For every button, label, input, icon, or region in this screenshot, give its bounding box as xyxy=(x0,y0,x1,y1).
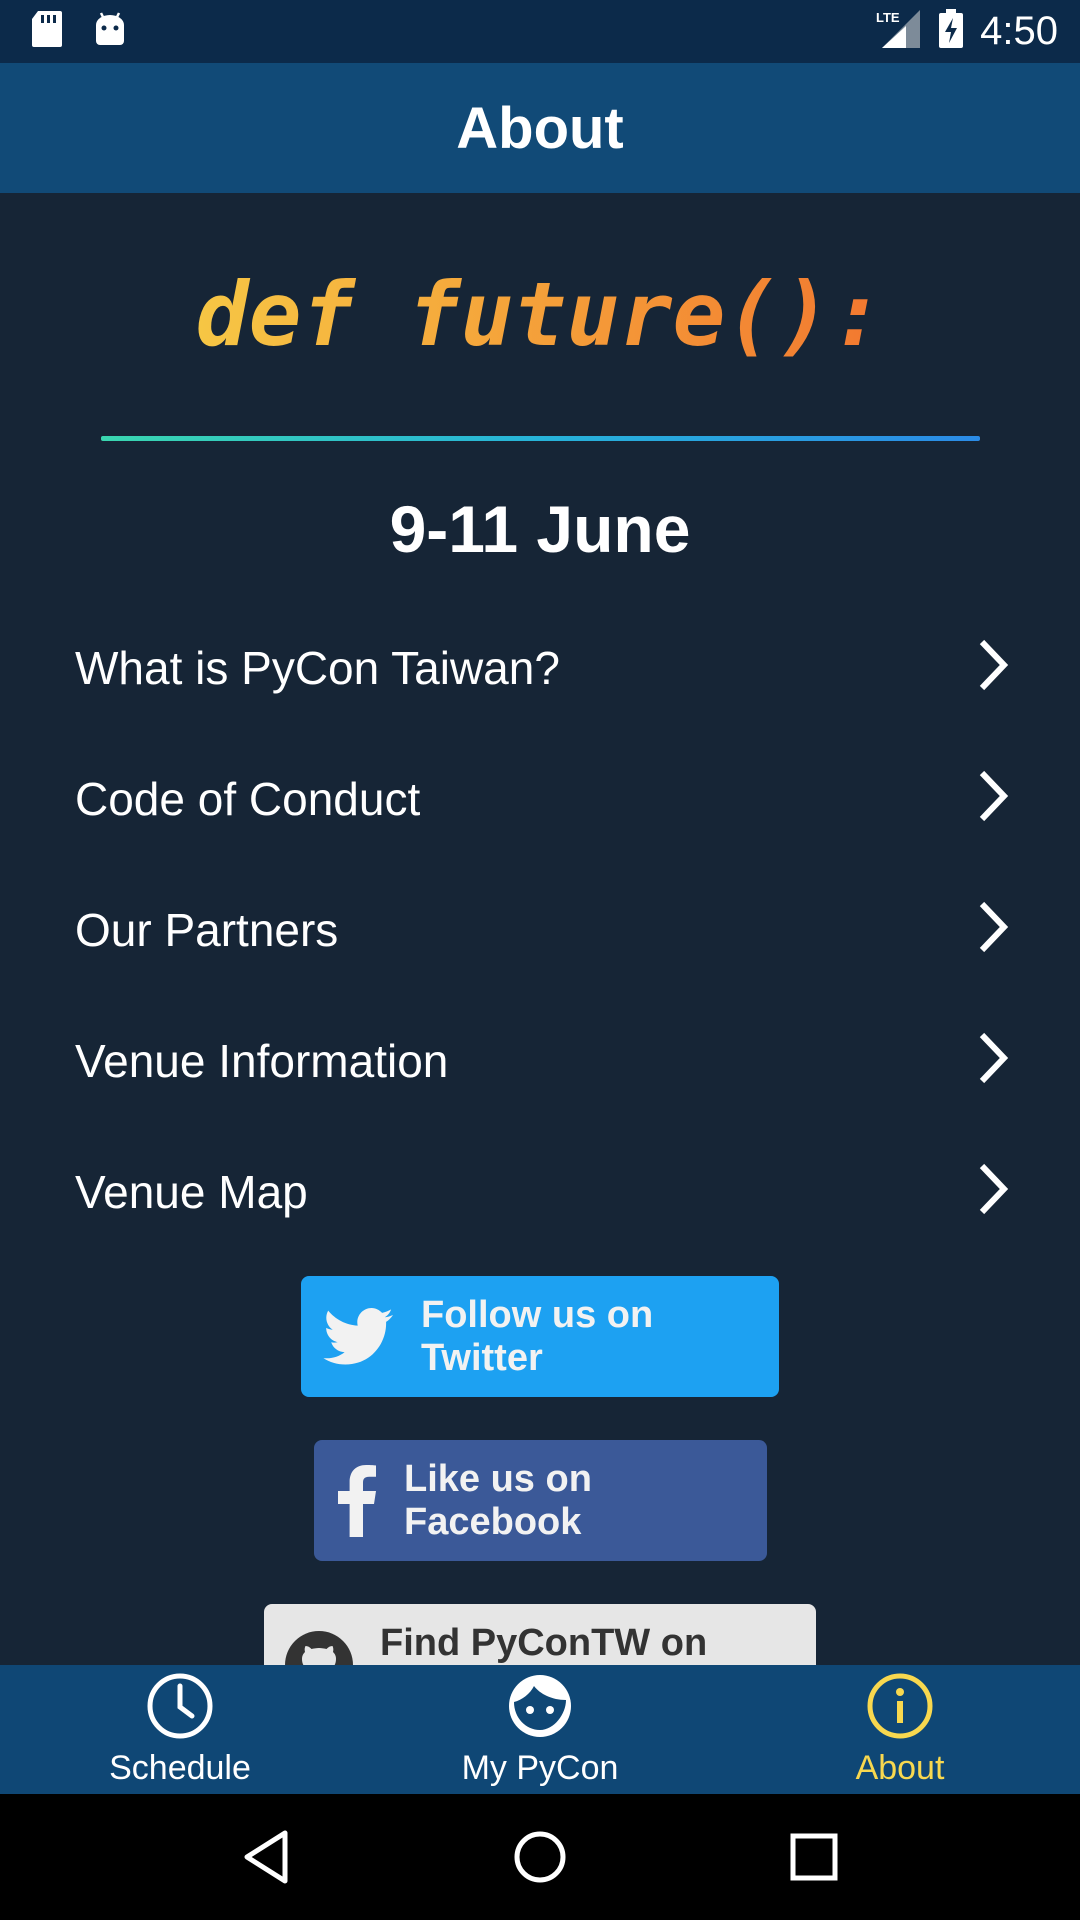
nav-item-about[interactable]: About xyxy=(720,1665,1080,1794)
facebook-button-label: Like us on Facebook xyxy=(404,1457,592,1543)
menu-item-what-is-pycon[interactable]: What is PyCon Taiwan? xyxy=(0,602,1080,733)
slogan-text: def future(): xyxy=(0,263,1080,366)
about-content[interactable]: def future(): 9-11 June What is PyCon Ta… xyxy=(0,193,1080,1665)
status-right: LTE 4:50 xyxy=(876,8,1058,55)
chevron-right-icon xyxy=(976,638,1010,697)
nav-item-my-pycon[interactable]: My PyCon xyxy=(360,1665,720,1794)
status-left xyxy=(30,9,126,54)
facebook-icon xyxy=(336,1464,378,1537)
chevron-right-icon xyxy=(976,1031,1010,1090)
clock-icon xyxy=(146,1672,214,1745)
menu-item-label: Venue Map xyxy=(75,1165,308,1218)
bottom-nav: Schedule My PyCon About xyxy=(0,1665,1080,1794)
menu-item-our-partners[interactable]: Our Partners xyxy=(0,864,1080,995)
home-icon[interactable] xyxy=(513,1830,567,1884)
sd-card-icon xyxy=(30,9,64,54)
app-bar: About xyxy=(0,63,1080,193)
menu-item-label: Our Partners xyxy=(75,903,339,956)
menu-item-venue-information[interactable]: Venue Information xyxy=(0,995,1080,1126)
nav-label: Schedule xyxy=(109,1748,251,1787)
github-button[interactable]: Find PyConTW on Github xyxy=(264,1604,816,1665)
github-icon xyxy=(284,1630,354,1665)
page-title: About xyxy=(456,95,624,161)
twitter-icon xyxy=(323,1307,395,1366)
menu-item-label: Code of Conduct xyxy=(75,772,421,825)
lte-signal-icon: LTE xyxy=(876,8,922,55)
nav-item-schedule[interactable]: Schedule xyxy=(0,1665,360,1794)
nav-label: My PyCon xyxy=(461,1748,619,1787)
menu-item-label: What is PyCon Taiwan? xyxy=(75,641,560,694)
status-bar: LTE 4:50 xyxy=(0,0,1080,63)
chevron-right-icon xyxy=(976,900,1010,959)
nav-label: About xyxy=(855,1748,945,1787)
chevron-right-icon xyxy=(976,1162,1010,1221)
chevron-right-icon xyxy=(976,769,1010,828)
menu-item-venue-map[interactable]: Venue Map xyxy=(0,1126,1080,1257)
recents-icon[interactable] xyxy=(789,1832,839,1882)
status-time: 4:50 xyxy=(980,9,1058,53)
github-button-label: Find PyConTW on Github xyxy=(380,1621,708,1666)
battery-charging-icon xyxy=(938,9,964,54)
about-menu: What is PyCon Taiwan? Code of Conduct Ou… xyxy=(0,602,1080,1257)
android-icon xyxy=(94,11,126,52)
facebook-button[interactable]: Like us on Facebook xyxy=(314,1440,767,1561)
gradient-divider xyxy=(101,436,980,441)
back-icon[interactable] xyxy=(241,1829,291,1885)
screen: LTE 4:50 About def future(): 9-11 June W… xyxy=(0,0,1080,1920)
system-nav-bar xyxy=(0,1794,1080,1920)
menu-item-label: Venue Information xyxy=(75,1034,449,1087)
menu-item-code-of-conduct[interactable]: Code of Conduct xyxy=(0,733,1080,864)
info-icon xyxy=(866,1672,934,1745)
svg-text:LTE: LTE xyxy=(876,10,900,25)
event-date: 9-11 June xyxy=(389,492,691,566)
twitter-button[interactable]: Follow us on Twitter xyxy=(301,1276,779,1397)
twitter-button-label: Follow us on Twitter xyxy=(421,1293,654,1379)
face-icon xyxy=(506,1672,574,1745)
